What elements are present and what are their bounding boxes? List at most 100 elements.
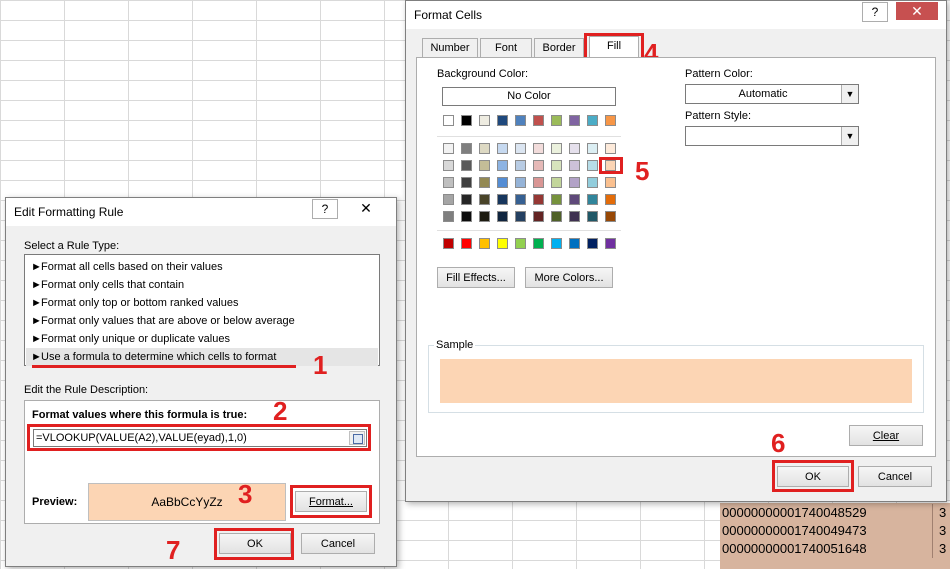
theme-shade-swatch[interactable]	[569, 160, 580, 171]
no-color-button[interactable]: No Color	[442, 87, 616, 106]
standard-color-swatch[interactable]	[533, 238, 544, 249]
theme-shade-swatch[interactable]	[443, 143, 454, 154]
theme-shade-swatch[interactable]	[479, 177, 490, 188]
theme-shade-swatch[interactable]	[443, 194, 454, 205]
theme-shade-swatch[interactable]	[587, 177, 598, 188]
theme-color-swatch[interactable]	[533, 115, 544, 126]
theme-shade-swatch[interactable]	[497, 211, 508, 222]
theme-shade-swatch[interactable]	[551, 177, 562, 188]
theme-shade-swatch[interactable]	[479, 194, 490, 205]
pattern-style-dropdown[interactable]: ▼	[685, 126, 859, 146]
theme-shade-swatch[interactable]	[479, 143, 490, 154]
standard-color-swatch[interactable]	[587, 238, 598, 249]
theme-shade-swatch[interactable]	[461, 194, 472, 205]
cell-b3[interactable]: 3	[932, 540, 950, 558]
clear-button[interactable]: Clear	[849, 425, 923, 446]
theme-shade-swatch[interactable]	[497, 160, 508, 171]
theme-color-swatch[interactable]	[605, 115, 616, 126]
theme-shade-swatch[interactable]	[533, 177, 544, 188]
theme-shade-swatch[interactable]	[461, 177, 472, 188]
arrow-icon: ►	[31, 261, 42, 273]
theme-shade-swatch[interactable]	[551, 194, 562, 205]
format-cells-cancel-button[interactable]: Cancel	[858, 466, 932, 487]
cell-a2[interactable]: 00000000001740049473	[722, 522, 867, 540]
theme-color-swatch[interactable]	[551, 115, 562, 126]
rule-type-item[interactable]: ►Format only top or bottom ranked values	[31, 294, 238, 312]
theme-shade-swatch[interactable]	[551, 160, 562, 171]
theme-shade-swatch[interactable]	[515, 194, 526, 205]
tab-font[interactable]: Font	[480, 38, 532, 57]
theme-shade-swatch[interactable]	[515, 177, 526, 188]
rule-type-item[interactable]: ►Format only cells that contain	[31, 276, 184, 294]
rule-type-item[interactable]: ►Format only values that are above or be…	[31, 312, 295, 330]
theme-shade-swatch[interactable]	[515, 160, 526, 171]
theme-shade-swatch[interactable]	[461, 143, 472, 154]
theme-shade-swatch[interactable]	[443, 211, 454, 222]
standard-color-swatch[interactable]	[569, 238, 580, 249]
rule-type-item[interactable]: ►Format all cells based on their values	[31, 258, 223, 276]
theme-shade-swatch[interactable]	[605, 177, 616, 188]
theme-shade-swatch[interactable]	[569, 194, 580, 205]
theme-shade-swatch[interactable]	[605, 194, 616, 205]
theme-shade-swatch[interactable]	[569, 177, 580, 188]
theme-shade-swatch[interactable]	[569, 143, 580, 154]
theme-shade-swatch[interactable]	[533, 160, 544, 171]
theme-shade-swatch[interactable]	[443, 160, 454, 171]
standard-color-swatch[interactable]	[605, 238, 616, 249]
theme-shade-swatch[interactable]	[587, 211, 598, 222]
theme-shade-swatch[interactable]	[605, 143, 616, 154]
standard-color-swatch[interactable]	[461, 238, 472, 249]
edit-rule-cancel-button[interactable]: Cancel	[301, 533, 375, 554]
standard-color-swatch[interactable]	[497, 238, 508, 249]
theme-shade-swatch[interactable]	[587, 160, 598, 171]
theme-shade-swatch[interactable]	[443, 177, 454, 188]
close-button[interactable]: ✕	[896, 2, 938, 20]
cell-a3[interactable]: 00000000001740051648	[722, 540, 867, 558]
cell-b2[interactable]: 3	[932, 522, 950, 540]
tab-border[interactable]: Border	[534, 38, 584, 57]
theme-color-swatch[interactable]	[479, 115, 490, 126]
theme-shade-swatch[interactable]	[551, 143, 562, 154]
theme-shade-swatch[interactable]	[497, 177, 508, 188]
palette-divider	[437, 136, 621, 137]
theme-color-swatch[interactable]	[461, 115, 472, 126]
help-button[interactable]: ?	[862, 2, 888, 22]
theme-color-swatch[interactable]	[497, 115, 508, 126]
theme-color-swatch[interactable]	[443, 115, 454, 126]
annotation-7: 7	[166, 535, 181, 565]
rule-type-item[interactable]: ►Format only unique or duplicate values	[31, 330, 230, 348]
theme-shade-swatch[interactable]	[533, 194, 544, 205]
theme-shade-swatch[interactable]	[461, 211, 472, 222]
standard-color-swatch[interactable]	[515, 238, 526, 249]
theme-shade-swatch[interactable]	[497, 143, 508, 154]
help-button[interactable]: ?	[312, 199, 338, 219]
arrow-icon: ►	[31, 315, 42, 327]
theme-shade-swatch[interactable]	[551, 211, 562, 222]
theme-color-swatch[interactable]	[587, 115, 598, 126]
more-colors-button[interactable]: More Colors...	[525, 267, 613, 288]
tab-number[interactable]: Number	[422, 38, 478, 57]
theme-shade-swatch[interactable]	[461, 160, 472, 171]
theme-color-swatch[interactable]	[569, 115, 580, 126]
theme-shade-swatch[interactable]	[569, 211, 580, 222]
standard-color-swatch[interactable]	[479, 238, 490, 249]
cell-a1[interactable]: 00000000001740048529	[722, 504, 867, 522]
theme-shade-swatch[interactable]	[497, 194, 508, 205]
standard-color-swatch[interactable]	[551, 238, 562, 249]
theme-shade-swatch[interactable]	[479, 160, 490, 171]
theme-shade-swatch[interactable]	[515, 143, 526, 154]
theme-shade-swatch[interactable]	[533, 211, 544, 222]
close-button[interactable]: ✕	[346, 199, 386, 217]
theme-shade-swatch[interactable]	[479, 211, 490, 222]
pattern-color-dropdown[interactable]: Automatic ▼	[685, 84, 859, 104]
theme-color-swatch[interactable]	[515, 115, 526, 126]
theme-shade-swatch[interactable]	[587, 143, 598, 154]
theme-shade-swatch[interactable]	[587, 194, 598, 205]
annotation-box-7	[214, 528, 294, 560]
theme-shade-swatch[interactable]	[515, 211, 526, 222]
theme-shade-swatch[interactable]	[533, 143, 544, 154]
fill-effects-button[interactable]: Fill Effects...	[437, 267, 515, 288]
standard-color-swatch[interactable]	[443, 238, 454, 249]
theme-shade-swatch[interactable]	[605, 211, 616, 222]
cell-b1[interactable]: 3	[932, 504, 950, 522]
